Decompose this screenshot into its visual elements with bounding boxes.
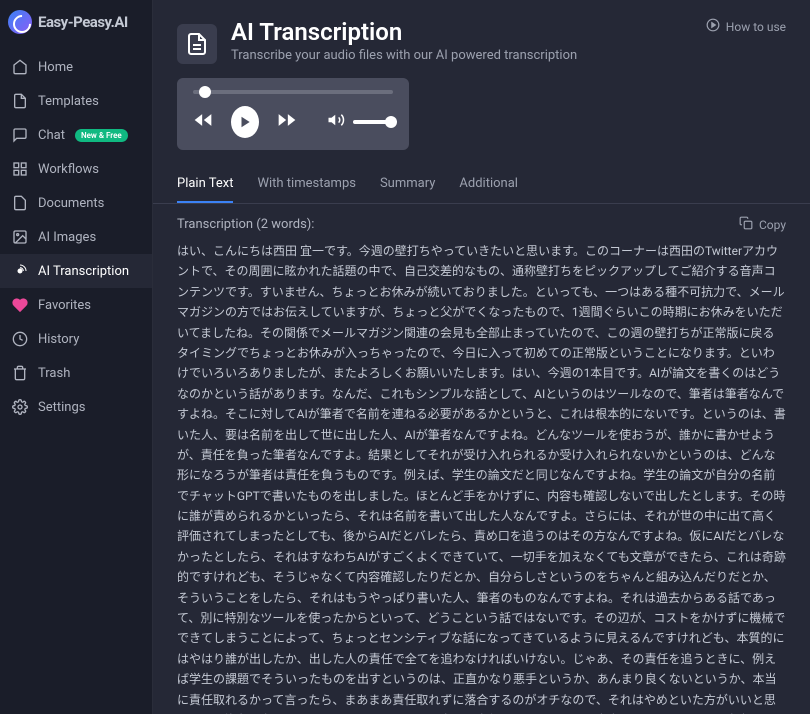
sidebar-item-favorites[interactable]: Favorites (0, 288, 152, 322)
sidebar-item-documents[interactable]: Documents (0, 186, 152, 220)
volume-control (327, 111, 393, 133)
tab-additional[interactable]: Additional (459, 166, 518, 203)
transcript-header: Transcription (2 words): Copy (153, 204, 810, 241)
copy-label: Copy (759, 218, 786, 232)
transcript-count-label: Transcription (2 words): (177, 217, 314, 232)
volume-slider[interactable] (353, 120, 393, 124)
new-badge: New & Free (75, 129, 128, 142)
page-subtitle: Transcribe your audio files with our AI … (231, 48, 577, 63)
transcription-header-icon (177, 24, 217, 64)
header: AI Transcription Transcribe your audio f… (153, 0, 810, 74)
logo-icon (8, 10, 32, 34)
audio-player (177, 78, 409, 150)
how-to-use-button[interactable]: How to use (706, 18, 786, 35)
play-button[interactable] (231, 106, 259, 138)
transcript-body[interactable]: はい、こんにちは西田 宜一です。今週の壁打ちやっていきたいと思います。このコーナ… (153, 241, 810, 714)
nav-label: Favorites (38, 298, 91, 313)
heart-icon (12, 297, 28, 313)
sidebar-item-templates[interactable]: Templates (0, 84, 152, 118)
nav-label: Home (38, 60, 73, 75)
home-icon (12, 59, 28, 75)
progress-thumb[interactable] (199, 86, 211, 98)
nav-list: Home Templates Chat New & Free Workflows (0, 44, 152, 430)
nav-label: History (38, 332, 79, 347)
volume-icon[interactable] (327, 111, 345, 133)
document-icon (12, 93, 28, 109)
nav-label: Trash (38, 366, 70, 381)
trash-icon (12, 365, 28, 381)
logo-area[interactable]: Easy-Peasy.AI (0, 0, 152, 44)
tab-timestamps[interactable]: With timestamps (257, 166, 355, 203)
sidebar-item-chat[interactable]: Chat New & Free (0, 118, 152, 152)
nav-label: Templates (38, 94, 99, 109)
rewind-button[interactable] (193, 110, 213, 134)
nav-label: AI Images (38, 230, 96, 245)
brand-name: Easy-Peasy.AI (38, 13, 128, 31)
sidebar-item-ai-images[interactable]: AI Images (0, 220, 152, 254)
sidebar-item-settings[interactable]: Settings (0, 390, 152, 424)
sidebar-item-history[interactable]: History (0, 322, 152, 356)
sidebar-item-home[interactable]: Home (0, 50, 152, 84)
copy-icon (739, 216, 753, 233)
chat-icon (12, 127, 28, 143)
play-circle-icon (706, 18, 720, 35)
sidebar-item-ai-transcription[interactable]: AI Transcription (0, 254, 152, 288)
sidebar-item-trash[interactable]: Trash (0, 356, 152, 390)
player-controls (193, 106, 393, 138)
documents-icon (12, 195, 28, 211)
nav-label: AI Transcription (38, 264, 129, 279)
clock-icon (12, 331, 28, 347)
sidebar: Easy-Peasy.AI Home Templates Chat New & … (0, 0, 153, 714)
gear-icon (12, 399, 28, 415)
how-to-use-label: How to use (726, 20, 786, 34)
nav-label: Workflows (38, 162, 99, 177)
workflow-icon (12, 161, 28, 177)
forward-button[interactable] (277, 110, 297, 134)
tab-plain-text[interactable]: Plain Text (177, 166, 233, 203)
tabs: Plain Text With timestamps Summary Addit… (153, 166, 810, 204)
sidebar-item-workflows[interactable]: Workflows (0, 152, 152, 186)
nav-label: Settings (38, 400, 85, 415)
tab-summary[interactable]: Summary (380, 166, 435, 203)
header-left: AI Transcription Transcribe your audio f… (177, 18, 577, 64)
transcript-text: はい、こんにちは西田 宜一です。今週の壁打ちやっていきたいと思います。このコーナ… (177, 241, 786, 714)
audio-icon (12, 263, 28, 279)
main-content: AI Transcription Transcribe your audio f… (153, 0, 810, 714)
nav-label: Documents (38, 196, 104, 211)
volume-thumb[interactable] (385, 116, 397, 128)
page-title: AI Transcription (231, 18, 577, 46)
progress-bar[interactable] (193, 90, 393, 94)
nav-label: Chat (38, 128, 65, 143)
image-icon (12, 229, 28, 245)
header-text: AI Transcription Transcribe your audio f… (231, 18, 577, 64)
copy-button[interactable]: Copy (739, 216, 786, 233)
